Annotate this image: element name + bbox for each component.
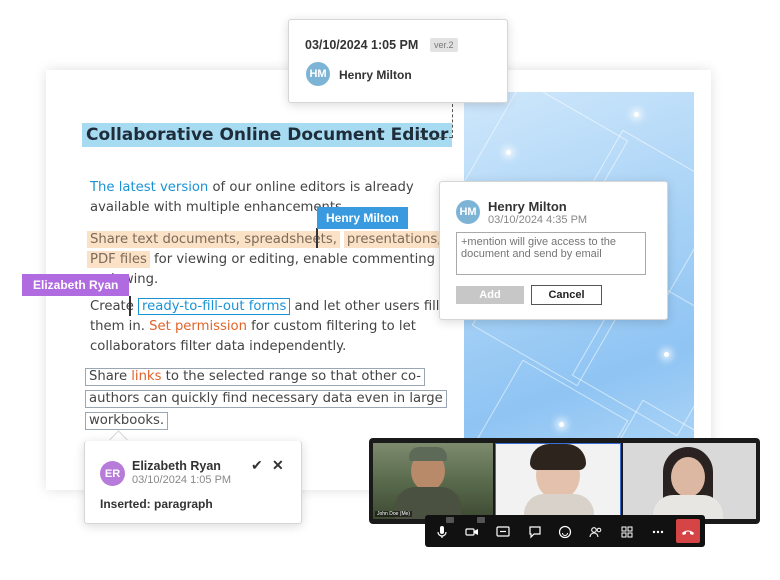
video-tile-participant-3[interactable]: [623, 443, 756, 519]
paragraph-3[interactable]: Create ready-to-fill-out forms and let o…: [90, 297, 439, 357]
henry-cursor-tag: Henry Milton: [317, 207, 408, 229]
comment-user: Henry Milton: [488, 199, 567, 214]
paragraph-2[interactable]: Share text documents, spreadsheets, prese…: [87, 230, 474, 290]
version-user: Henry Milton: [339, 68, 412, 82]
review-change: Inserted: paragraph: [100, 497, 213, 511]
add-button[interactable]: Add: [456, 286, 524, 304]
forms-link[interactable]: ready-to-fill-out forms: [138, 298, 291, 315]
set-permission-link[interactable]: Set permission: [149, 319, 247, 334]
avatar: HM: [456, 200, 480, 224]
chevron-up-icon[interactable]: [477, 517, 485, 523]
elizabeth-cursor-caret: [129, 296, 131, 316]
title-connector-vertical: [452, 104, 453, 138]
video-tile-participant-2[interactable]: [495, 443, 621, 519]
review-card[interactable]: ER Elizabeth Ryan 03/10/2024 1:05 PM ✔ ✕…: [84, 441, 302, 524]
call-toolbar[interactable]: [425, 515, 705, 547]
accept-icon[interactable]: ✔: [251, 457, 263, 474]
version-badge: ver.2: [430, 38, 458, 52]
emoji-icon[interactable]: [558, 525, 572, 539]
grid-view-icon[interactable]: [620, 525, 634, 539]
comment-input[interactable]: [456, 232, 646, 275]
hang-up-icon: [682, 530, 694, 535]
henry-cursor-caret: [316, 228, 318, 248]
participant-label: John Doe (Me): [375, 511, 413, 517]
review-datetime: 03/10/2024 1:05 PM: [132, 474, 232, 486]
participants-icon[interactable]: [589, 525, 603, 539]
document-title[interactable]: Collaborative Online Document Editor: [82, 123, 453, 147]
video-call-panel[interactable]: John Doe (Me): [369, 438, 760, 524]
cancel-button[interactable]: Cancel: [531, 285, 602, 305]
comment-card[interactable]: HM Henry Milton 03/10/2024 4:35 PM Add C…: [439, 181, 668, 320]
version-popup[interactable]: 03/10/2024 1:05 PM ver.2 HM Henry Milton: [288, 19, 508, 103]
latest-version-link[interactable]: The latest version: [90, 180, 208, 195]
version-datetime: 03/10/2024 1:05 PM: [305, 38, 419, 52]
comment-datetime: 03/10/2024 4:35 PM: [488, 214, 588, 226]
highlight-pdf: PDF files: [87, 251, 150, 268]
video-tile-self[interactable]: John Doe (Me): [373, 443, 493, 519]
paragraph-4[interactable]: Share links to the selected range so tha…: [85, 366, 447, 432]
chevron-up-icon[interactable]: [446, 517, 454, 523]
chat-icon[interactable]: [528, 525, 542, 539]
elizabeth-cursor-tag: Elizabeth Ryan: [22, 274, 130, 296]
more-options-icon[interactable]: [651, 525, 665, 539]
links-link[interactable]: links: [131, 369, 161, 384]
review-user: Elizabeth Ryan: [132, 459, 221, 473]
avatar: HM: [306, 62, 330, 86]
screen-share-icon[interactable]: [496, 525, 510, 539]
title-connector: [420, 137, 452, 138]
microphone-icon[interactable]: [435, 525, 449, 539]
avatar: ER: [100, 461, 125, 486]
reject-icon[interactable]: ✕: [272, 457, 284, 474]
camera-icon[interactable]: [465, 525, 479, 539]
end-call-button[interactable]: [676, 519, 700, 543]
highlight-share: Share text documents, spreadsheets,: [87, 231, 340, 248]
